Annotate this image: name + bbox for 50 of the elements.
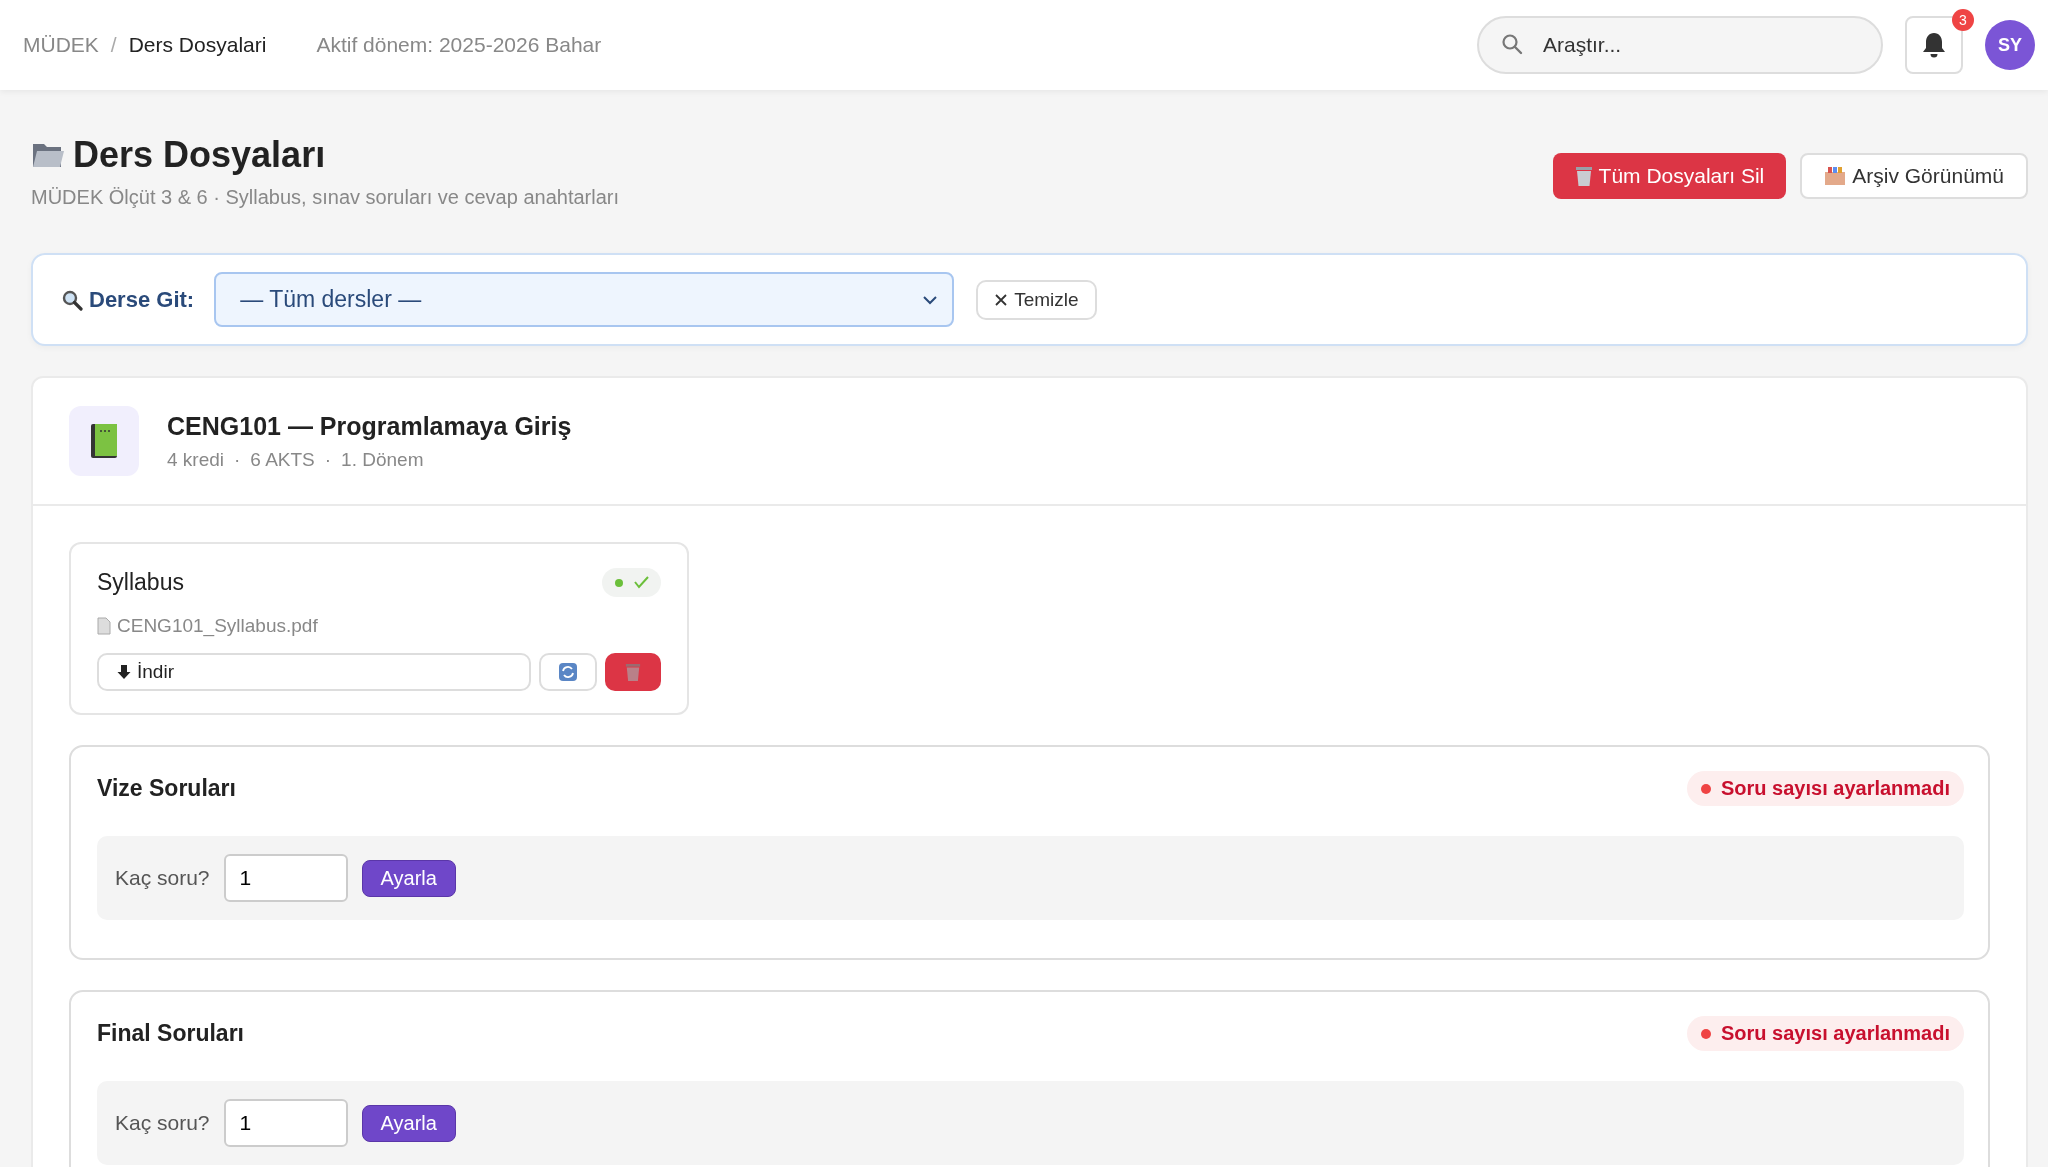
- user-avatar[interactable]: SY: [1985, 20, 2035, 70]
- breadcrumb-link[interactable]: Ders Dosyalari: [128, 33, 267, 57]
- set-button[interactable]: Ayarla: [361, 1104, 456, 1142]
- magnifier-icon: [61, 288, 83, 311]
- clear-button[interactable]: Temizle: [976, 279, 1097, 320]
- book-icon: [89, 422, 119, 460]
- chevron-down-icon: [922, 294, 939, 305]
- set-button[interactable]: Ayarla: [361, 859, 456, 897]
- syllabus-title: Syllabus: [97, 569, 184, 596]
- status-dot-icon: [614, 577, 624, 588]
- course-meta: 6 AKTS: [250, 448, 315, 471]
- file-name: CENG101_Syllabus.pdf: [117, 615, 318, 637]
- search-field[interactable]: Araştır...: [1477, 16, 1883, 74]
- question-count-label: Kaç soru?: [115, 1111, 210, 1135]
- section-title: Vize Soruları: [97, 775, 236, 802]
- breadcrumb-link[interactable]: MÜDEK: [23, 33, 99, 57]
- close-icon: [994, 292, 1009, 307]
- status-dot-icon: [1701, 783, 1711, 794]
- replace-button[interactable]: [539, 653, 597, 691]
- breadcrumb-separator: /: [110, 33, 117, 57]
- trash-icon: [625, 662, 641, 682]
- status-pill: Soru sayısı ayarlanmadı: [1687, 1016, 1964, 1051]
- status-pill: Soru sayısı ayarlanmadı: [1687, 771, 1964, 806]
- active-term: Aktif dönem: 2025-2026 Bahar: [316, 33, 602, 57]
- notification-count: 3: [1952, 9, 1974, 31]
- archive-view-button[interactable]: Arşiv Görünümü: [1800, 153, 2028, 199]
- course-meta: 4 kredi: [167, 448, 225, 471]
- delete-button[interactable]: [605, 653, 661, 691]
- check-icon: [634, 576, 649, 589]
- question-count-input[interactable]: 1: [223, 854, 348, 902]
- question-count-label: Kaç soru?: [115, 866, 210, 890]
- course-title: CENG101 — Programlamaya Giriş: [167, 411, 572, 441]
- page-title: Ders Dosyaları: [73, 134, 326, 176]
- status-dot-icon: [1701, 1028, 1711, 1039]
- download-button[interactable]: İndir: [97, 653, 531, 691]
- page-subtitle: MÜDEK Ölçüt 3 & 6 · Syllabus, sınav soruları ve cevap anahtarları: [31, 186, 620, 209]
- document-icon: [97, 617, 111, 635]
- delete-all-button[interactable]: Tüm Dosyaları Sil: [1552, 153, 1787, 199]
- section-title: Final Soruları: [97, 1020, 244, 1047]
- refresh-icon: [558, 662, 578, 682]
- download-arrow-icon: [117, 664, 131, 680]
- trash-icon: [1574, 165, 1593, 187]
- meta-separator: ·: [234, 448, 241, 471]
- box-icon: [1824, 166, 1847, 186]
- bell-icon: [1921, 31, 1947, 59]
- question-count-input[interactable]: 1: [223, 1099, 348, 1147]
- course-select[interactable]: — Tüm dersler —: [214, 272, 955, 327]
- course-meta: 1. Dönem: [341, 448, 424, 471]
- filter-label: Derse Git:: [89, 286, 195, 313]
- meta-separator: ·: [324, 448, 332, 471]
